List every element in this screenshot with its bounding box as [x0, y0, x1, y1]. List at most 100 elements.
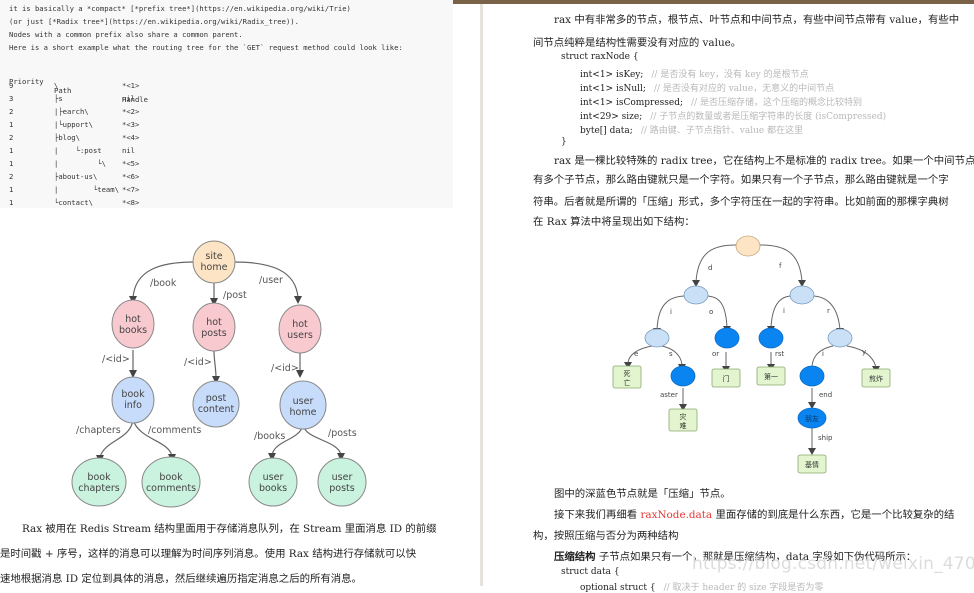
edge-label: i — [822, 350, 824, 358]
paragraph-line: 速地根据消息 ID 定位到具体的消息，然后继续遍历指定消息之后的所有消息。 — [0, 573, 362, 585]
rax-compressed-node-s — [670, 365, 696, 387]
rax-node-di — [644, 328, 670, 348]
field-decl: int<1> isNull; — [580, 84, 646, 94]
leaf-label: 基情 — [805, 460, 819, 469]
field-decl: byte[] data; — [580, 126, 633, 136]
intro-line-1: rax 中有非常多的节点，根节点、叶节点和中间节点，有些中间节点带有 value… — [554, 14, 960, 26]
table-row: 3 ├s nil — [9, 94, 449, 107]
table-row: 2 ├about-us\ *<6> — [9, 172, 449, 185]
cell-path: | └\ — [54, 159, 106, 168]
cell-handle: nil — [122, 94, 135, 103]
field-comment: // 取决于 header 的 size 字段是否为零 — [663, 583, 824, 593]
edge-label: /<id> — [102, 354, 130, 365]
edge-id-2 — [213, 350, 217, 379]
node-label: home — [290, 407, 317, 418]
table-row: 2 ├blog\ *<4> — [9, 133, 449, 146]
rax-compressed-node-i — [758, 327, 784, 349]
field-comment: // 是否没有 key，没有 key 的是根节点 — [651, 70, 809, 80]
edge-label: /post — [223, 290, 247, 301]
rax-usage-paragraph: Rax 被用在 Redis Stream 结构里面用于存储消息队列，在 Stre… — [0, 517, 470, 592]
table-row: 1 | └\ *<5> — [9, 159, 449, 172]
field-comment: // 路由键、子节点指针、value 都在这里 — [640, 126, 804, 136]
code-block: it is basically a *compact* [*prefix tre… — [0, 0, 453, 208]
rax-desc-line: 符串。后者就是所谓的「压缩」形式，多个字符压在一起的字符串。比如前面的那棵字典树 — [533, 196, 949, 208]
node-label: posts — [329, 483, 355, 494]
cell-priority: 1 — [9, 185, 14, 194]
rax-compressed-node-o — [714, 327, 740, 349]
cell-handle: *<6> — [122, 172, 140, 181]
edge-label: i — [783, 307, 785, 315]
paragraph-line: Rax 被用在 Redis Stream 结构里面用于存储消息队列，在 Stre… — [22, 523, 437, 535]
edge-label: /<id> — [271, 363, 299, 374]
rax-node-d — [683, 285, 709, 305]
struct-field: int<1> isNull; // 是否没有对应的 value，无意义的中间节点 — [580, 81, 834, 94]
table-row: 1 | └team\ *<7> — [9, 185, 449, 198]
table-row: 1 |└upport\ *<3> — [9, 120, 449, 133]
raxnode-data-link[interactable]: raxNode.data — [640, 509, 712, 521]
field-decl: optional struct { — [580, 583, 656, 593]
text: 里面存储的到底是什么东西，它是一个比较复杂的结 — [712, 509, 955, 521]
edge-label: /comments — [148, 425, 201, 436]
edge-label: /books — [254, 431, 285, 442]
field-comment: // 是否压缩存储，这个压缩的概念比较特别 — [691, 98, 862, 108]
compressed-note: 图中的深蓝色节点就是「压缩」节点。 — [554, 488, 731, 500]
cell-priority: 1 — [9, 159, 14, 168]
struct-field: int<29> size; // 子节点的数量或者是压缩字符串的长度 (isCom… — [580, 109, 886, 122]
data-intro-line-2: 构，按照压缩与否分为两种结构 — [533, 530, 679, 542]
arrowhead-icon — [808, 448, 816, 455]
table-row: 1 | └:post nil — [9, 146, 449, 159]
cell-handle: *<7> — [122, 185, 140, 194]
edge-label: y — [862, 348, 866, 356]
leaf-label: 难 — [680, 421, 687, 430]
data-intro-line-1: 接下来我们再细看 raxNode.data 里面存储的到底是什么东西，它是一个比… — [554, 506, 954, 521]
leaf-label: 煎炸 — [869, 374, 883, 383]
route-tree-diagram: site home hot books hot posts hot users … — [71, 240, 367, 508]
rax-compressed-node-i2 — [799, 365, 825, 387]
node-label: posts — [201, 328, 227, 339]
intro-line-2: 间节点纯粹是结构性需要没有对应的 value。 — [533, 37, 742, 49]
paragraph-line: 是时间戳 + 序号，这样的消息可以理解为时间序列消息。使用 Rax 结构进行存储… — [0, 548, 417, 560]
cell-priority: 1 — [9, 120, 14, 129]
field-comment: // 子节点的数量或者是压缩字符串的长度 (isCompressed) — [650, 112, 887, 122]
rax-root-node — [735, 235, 761, 257]
node-label: site — [205, 251, 222, 262]
cell-priority: 2 — [9, 107, 14, 116]
cell-path: └contact\ — [54, 198, 93, 207]
node-label: hot — [206, 317, 222, 328]
edge-label: /user — [259, 275, 283, 286]
cell-path: \ — [54, 81, 59, 90]
struct-field: byte[] data; // 路由键、子节点指针、value 都在这里 — [580, 123, 803, 136]
edge-label: rst — [775, 350, 785, 358]
edge-label: /book — [150, 278, 177, 289]
edge-label: e — [634, 350, 638, 358]
node-label: user — [293, 396, 314, 407]
column-divider — [480, 4, 483, 586]
struct-field: int<1> isKey; // 是否没有 key，没有 key 的是根节点 — [580, 67, 809, 80]
edge-label: /chapters — [76, 425, 121, 436]
edge-label: /<id> — [184, 357, 212, 368]
rax-node-fr — [827, 328, 853, 348]
rax-desc-line: 有多个子节点，那么路由键就只是一个字符。如果只有一个子节点，那么路由键就是一个字 — [533, 174, 949, 186]
cell-priority: 2 — [9, 133, 14, 142]
cell-priority: 1 — [9, 198, 14, 207]
table-row: 2 |├earch\ *<2> — [9, 107, 449, 120]
edge-label: r — [827, 307, 830, 315]
text: 接下来我们再细看 — [554, 509, 641, 521]
cell-handle: *<5> — [122, 159, 140, 168]
cell-handle: *<4> — [122, 133, 140, 142]
table-row: 9 \ *<1> — [9, 81, 449, 94]
node-label: users — [287, 330, 313, 341]
code-line: it is basically a *compact* [*prefix tre… — [9, 4, 351, 13]
leaf-label: 第一 — [764, 372, 778, 381]
rax-desc-line: rax 是一棵比较特殊的 radix tree，它在结构上不是标准的 radix… — [554, 155, 974, 167]
arrowhead-icon — [294, 296, 302, 304]
node-label: hot — [292, 319, 308, 330]
field-decl: int<29> size; — [580, 112, 643, 122]
node-label: content — [198, 404, 235, 415]
watermark: https://blog.csdn.net/weixin_47067712 — [692, 554, 974, 574]
leaf-label: 亡 — [624, 378, 631, 387]
edge-label: o — [709, 308, 713, 316]
node-label: book — [159, 472, 183, 483]
node-label: user — [263, 472, 284, 483]
node-label: book — [121, 389, 145, 400]
